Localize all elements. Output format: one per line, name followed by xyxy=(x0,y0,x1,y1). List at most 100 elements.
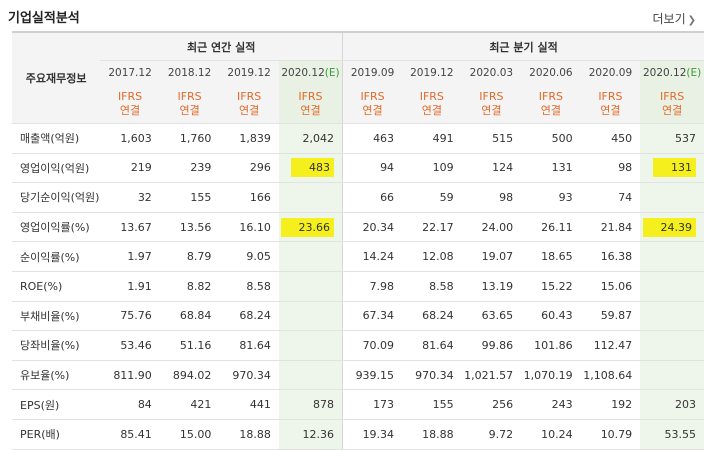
table-cell: 8.58 xyxy=(402,271,462,302)
table-row: ROE(%) 1.91 8.82 8.58 7.98 8.58 13.19 15.22 15.0… xyxy=(12,271,704,302)
cell-value: 16.10 xyxy=(239,220,271,234)
table-cell: 491 xyxy=(402,123,462,154)
table-cell xyxy=(278,241,343,272)
cell-value: 7.98 xyxy=(369,279,395,293)
cell-value: 22.17 xyxy=(422,220,454,234)
cell-value: 75.76 xyxy=(120,309,152,323)
table-cell: 15.06 xyxy=(580,271,641,302)
table-cell: 1,760 xyxy=(159,123,220,154)
row-label: 영업이익(억원) xyxy=(12,153,101,184)
table-cell: 155 xyxy=(159,182,220,213)
cell-value: 19.34 xyxy=(362,427,395,441)
table-row: 영업이익률(%) 13.67 13.56 16.10 23.66 20.34 22.17 24… xyxy=(12,211,704,243)
period-label: 2019.09 xyxy=(350,67,395,79)
table-cell: 75.76 xyxy=(100,300,160,332)
cell-value: 99.86 xyxy=(481,338,514,352)
consolidated-text: 연결 xyxy=(300,104,321,117)
cell-value: 1,070.19 xyxy=(523,368,573,382)
table-cell: 60.43 xyxy=(521,300,581,332)
cell-value: 1,108.64 xyxy=(583,368,633,382)
ifrs-label: IFRS 연결 xyxy=(159,85,220,124)
table-cell: 19.34 xyxy=(342,419,403,450)
cell-value: 192 xyxy=(611,398,633,412)
cell-value: 85.41 xyxy=(120,427,152,441)
ifrs-label: IFRS 연결 xyxy=(521,85,581,124)
cell-value: 1,603 xyxy=(120,131,152,145)
ifrs-text: IFRS xyxy=(298,90,323,103)
cell-value: 491 xyxy=(432,131,454,145)
cell-value: 15.06 xyxy=(600,279,633,293)
cell-value: 59 xyxy=(439,190,454,204)
estimate-mark: (E) xyxy=(324,67,340,79)
cell-value: 166 xyxy=(249,190,271,204)
period-label: 2019.12 xyxy=(410,67,454,79)
cell-value: 21.84 xyxy=(600,220,633,234)
table-cell: 19.07 xyxy=(461,241,522,272)
cell-value: 10.24 xyxy=(541,427,573,441)
table-cell: 10.79 xyxy=(580,419,641,450)
table-row: EPS(원) 84 421 441 878 173 155 256 243 192 203 xyxy=(12,389,704,420)
table-cell xyxy=(640,300,704,332)
table-cell: 81.64 xyxy=(219,330,279,361)
cell-value: 9.05 xyxy=(246,250,271,264)
cell-value: 112.47 xyxy=(593,338,633,352)
table-row: PER(배) 85.41 15.00 18.88 12.36 19.34 18.88 9.72… xyxy=(12,419,704,450)
table-cell: 296 xyxy=(219,153,279,184)
consolidated-text: 연결 xyxy=(421,104,442,117)
period-header: 2019.12 xyxy=(219,60,279,85)
consolidated-text: 연결 xyxy=(362,104,383,117)
table-cell: 98 xyxy=(580,153,641,184)
ifrs-text: IFRS xyxy=(538,90,563,103)
table-cell: 84 xyxy=(100,389,160,420)
table-cell: 537 xyxy=(640,123,704,154)
table-cell: 1.91 xyxy=(100,271,160,302)
cell-value: 81.64 xyxy=(239,338,271,352)
more-link[interactable]: 더보기 ❯ xyxy=(652,10,696,27)
period-label: 2020.12 xyxy=(642,67,687,79)
table-cell: 12.08 xyxy=(402,241,462,272)
table-cell: 515 xyxy=(461,123,522,154)
table-cell: 7.98 xyxy=(342,271,403,302)
table-row: 순이익률(%) 1.97 8.79 9.05 14.24 12.08 19.07 18.65 1… xyxy=(12,241,704,272)
cell-value: 94 xyxy=(380,161,395,175)
ifrs-label: IFRS 연결 xyxy=(100,85,160,124)
consolidated-text: 연결 xyxy=(179,104,200,117)
cell-value: 155 xyxy=(432,398,454,412)
cell-value: 9.72 xyxy=(488,427,514,441)
cell-value: 15.00 xyxy=(179,427,212,441)
cell-value: 421 xyxy=(190,398,212,412)
table-cell: 20.34 xyxy=(342,211,403,243)
table-cell: 112.47 xyxy=(580,330,641,361)
highlighted-value: 131 xyxy=(653,158,696,178)
ifrs-label: IFRS 연결 xyxy=(219,85,279,124)
cell-value: 939.15 xyxy=(355,368,395,382)
cell-value: 1.97 xyxy=(127,250,152,264)
table-cell xyxy=(640,330,704,361)
table-cell: 166 xyxy=(219,182,279,213)
table-cell: 22.17 xyxy=(402,211,462,243)
cell-value: 8.58 xyxy=(246,279,271,293)
table-cell: 878 xyxy=(278,389,343,420)
cell-value: 51.16 xyxy=(179,338,212,352)
cell-value: 131 xyxy=(551,161,573,175)
table-cell: 124 xyxy=(461,153,522,184)
table-cell: 9.72 xyxy=(461,419,522,450)
cell-value: 811.90 xyxy=(113,368,152,382)
table-cell: 15.00 xyxy=(159,419,220,450)
table-cell: 463 xyxy=(342,123,403,154)
cell-value: 256 xyxy=(492,398,514,412)
financial-table: 주요재무정보 최근 연간 실적 최근 분기 실적 2017.12 2018.12 2… xyxy=(12,31,704,450)
ifrs-text: IFRS xyxy=(237,90,262,103)
cell-value: 19.07 xyxy=(481,250,514,264)
period-label: 2020.03 xyxy=(469,67,514,79)
table-cell: 12.36 xyxy=(278,419,343,450)
table-cell: 8.82 xyxy=(159,271,220,302)
table-cell: 99.86 xyxy=(461,330,522,361)
table-cell: 1.97 xyxy=(100,241,160,272)
table-row: 영업이익(억원) 219 239 296 483 94 109 124 131 98 131 xyxy=(12,153,704,184)
highlighted-value: 24.39 xyxy=(642,217,696,237)
period-label: 2019.12 xyxy=(227,67,271,79)
table-cell: 450 xyxy=(580,123,641,154)
ifrs-label: IFRS 연결 xyxy=(402,85,462,124)
cell-value: 173 xyxy=(373,398,395,412)
